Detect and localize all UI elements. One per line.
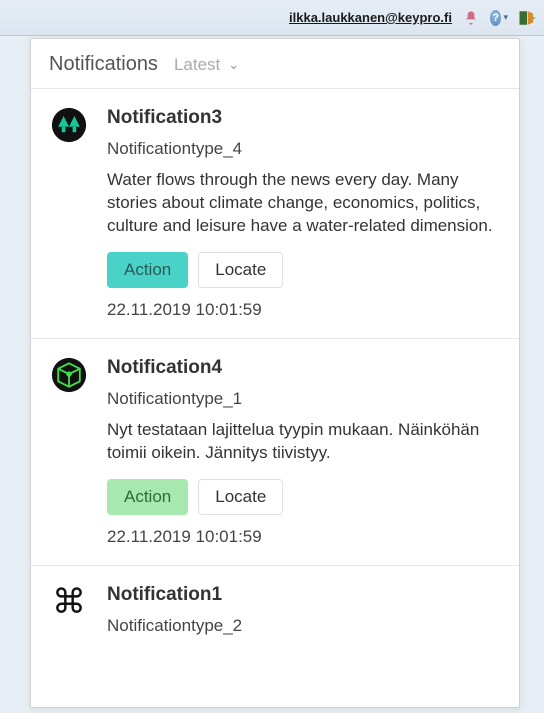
action-button[interactable]: Action xyxy=(107,252,188,288)
notification-description: Water flows through the news every day. … xyxy=(107,169,501,238)
notification-item: Notification4 Notificationtype_1 Nyt tes… xyxy=(31,338,519,565)
notifications-panel: Notifications Latest ⌄ Notification3 Not… xyxy=(30,38,520,708)
chevron-down-icon: ⌄ xyxy=(228,57,239,73)
notification-title: Notification3 xyxy=(107,107,501,129)
cube-icon xyxy=(49,357,89,547)
notification-type: Notificationtype_2 xyxy=(107,616,501,636)
notifications-list[interactable]: Notification3 Notificationtype_4 Water f… xyxy=(31,88,519,707)
notification-timestamp: 22.11.2019 10:01:59 xyxy=(107,300,501,320)
notification-description: Nyt testataan lajittelua tyypin mukaan. … xyxy=(107,419,501,465)
notification-item: ⌘ Notification1 Notificationtype_2 xyxy=(31,565,519,654)
locate-button[interactable]: Locate xyxy=(198,252,283,288)
trees-icon xyxy=(49,107,89,320)
exit-icon[interactable] xyxy=(518,9,536,27)
notification-type: Notificationtype_4 xyxy=(107,139,501,159)
notification-title: Notification4 xyxy=(107,357,501,379)
notification-title: Notification1 xyxy=(107,584,501,606)
sort-dropdown[interactable]: Latest ⌄ xyxy=(174,55,239,75)
panel-header: Notifications Latest ⌄ xyxy=(31,39,519,88)
panel-title: Notifications xyxy=(49,53,158,76)
locate-button[interactable]: Locate xyxy=(198,479,283,515)
bell-icon[interactable] xyxy=(462,9,480,27)
notification-type: Notificationtype_1 xyxy=(107,389,501,409)
command-icon: ⌘ xyxy=(49,584,89,636)
action-button[interactable]: Action xyxy=(107,479,188,515)
help-dropdown[interactable]: ?▾ xyxy=(490,9,508,27)
sort-label: Latest xyxy=(174,55,220,75)
notification-timestamp: 22.11.2019 10:01:59 xyxy=(107,527,501,547)
top-toolbar: ilkka.laukkanen@keypro.fi ?▾ xyxy=(0,0,544,36)
notification-item: Notification3 Notificationtype_4 Water f… xyxy=(31,88,519,338)
user-email-link[interactable]: ilkka.laukkanen@keypro.fi xyxy=(289,10,452,25)
